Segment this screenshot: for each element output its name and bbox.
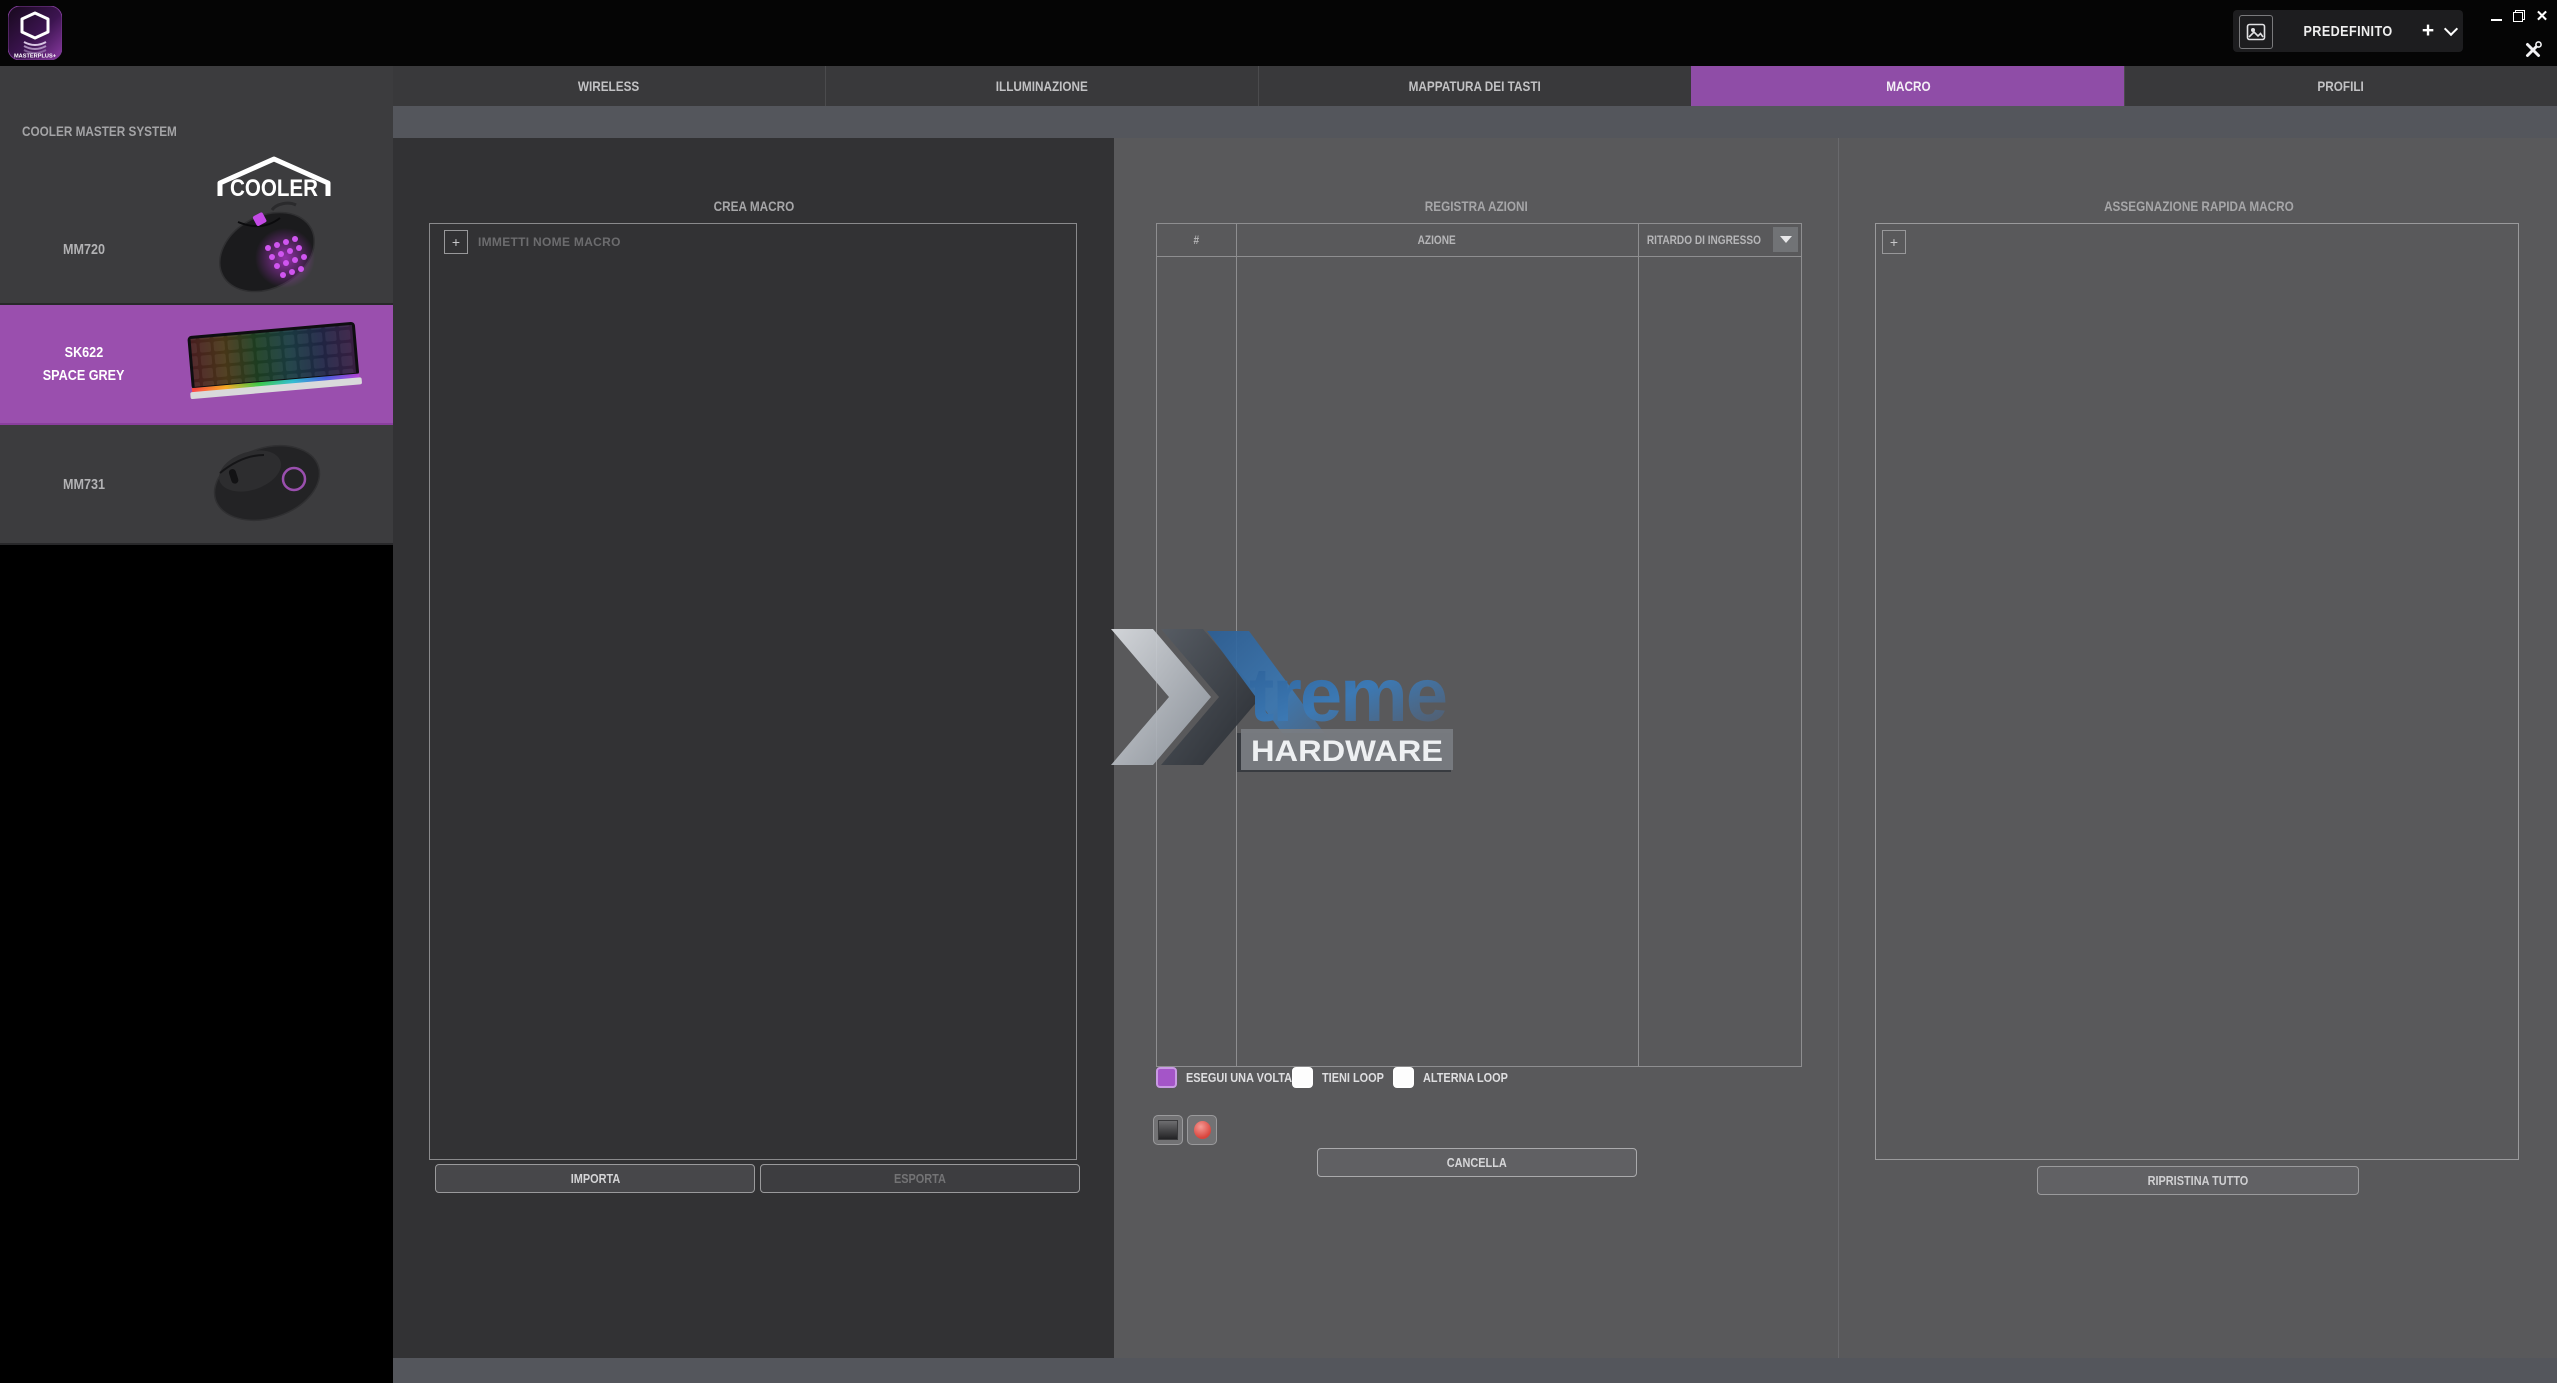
mm720-mouse-image <box>172 200 362 305</box>
profile-image-button[interactable] <box>2239 15 2273 49</box>
add-assignment-button[interactable]: + <box>1882 230 1906 254</box>
quick-assign-box: + <box>1875 223 2519 1160</box>
minimize-icon <box>2491 19 2502 21</box>
macro-name-input[interactable] <box>476 230 1040 254</box>
checkbox-checked[interactable] <box>1156 1067 1177 1088</box>
close-icon: ✕ <box>2536 7 2549 25</box>
column-divider <box>1236 224 1237 1066</box>
option-tieni-loop[interactable]: TIENI LOOP <box>1292 1067 1396 1088</box>
masterplus-app-icon[interactable]: MASTERPLUS+ <box>8 6 62 60</box>
main-tab-bar: WIRELESS ILLUMINAZIONE MAPPATURA DEI TAS… <box>393 66 2557 106</box>
active-profile-name: PREDEFINITO <box>2283 10 2413 52</box>
tab-illuminazione[interactable]: ILLUMINAZIONE <box>825 66 1258 106</box>
system-name-label: COOLER MASTER SYSTEM <box>22 66 206 196</box>
actions-table: # AZIONE RITARDO DI INGRESSO <box>1156 223 1802 1067</box>
sidebar-empty-area <box>0 545 393 1383</box>
minimize-button[interactable] <box>2486 6 2506 26</box>
chevron-down-icon <box>2444 22 2458 36</box>
stop-record-button[interactable] <box>1153 1115 1183 1145</box>
mm731-mouse-image <box>172 429 362 539</box>
sidebar-item-mm720[interactable]: MM720 <box>0 196 393 305</box>
sk622-keyboard-image <box>172 309 372 424</box>
close-button[interactable]: ✕ <box>2532 6 2552 26</box>
record-icon <box>1194 1121 1211 1139</box>
restore-icon <box>2513 10 2525 22</box>
sidebar-header: COOLER MASTER SYSTEM COOLER MASTER <box>0 66 393 196</box>
panel-title: REGISTRA AZIONI <box>1114 198 1838 214</box>
macro-list-box: + <box>429 223 1077 1160</box>
tab-profili[interactable]: PROFILI <box>2124 66 2557 106</box>
stop-icon <box>1158 1120 1178 1140</box>
table-header-row: # AZIONE RITARDO DI INGRESSO <box>1157 224 1801 257</box>
record-actions-panel: REGISTRA AZIONI # AZIONE RITARDO DI INGR… <box>1114 138 1838 1358</box>
sidebar-item-mm731[interactable]: MM731 <box>0 425 393 545</box>
column-header-number: # <box>1157 224 1236 256</box>
export-button[interactable]: ESPORTA <box>760 1164 1080 1193</box>
clear-button[interactable]: CANCELLA <box>1317 1148 1637 1177</box>
delay-dropdown-button[interactable] <box>1773 227 1798 252</box>
device-name: SK622 SPACE GREY <box>0 305 168 423</box>
column-header-action: AZIONE <box>1236 224 1638 256</box>
settings-tools-button[interactable] <box>2521 38 2545 62</box>
plus-icon: + <box>1890 234 1898 250</box>
create-macro-panel: CREA MACRO + IMPORTA ESPORTA <box>393 138 1114 1358</box>
sidebar-item-sk622-space-grey[interactable]: SK622 SPACE GREY <box>0 305 393 425</box>
image-icon <box>2246 22 2266 42</box>
profile-dropdown-button[interactable] <box>2439 10 2463 52</box>
tab-wireless[interactable]: WIRELESS <box>393 66 825 106</box>
add-profile-button[interactable]: + <box>2415 10 2441 52</box>
device-name: MM720 <box>0 196 168 303</box>
start-record-button[interactable] <box>1187 1115 1217 1145</box>
option-esegui-una-volta[interactable]: ESEGUI UNA VOLTA <box>1156 1067 1312 1088</box>
checkbox-unchecked[interactable] <box>1393 1067 1414 1088</box>
device-name: MM731 <box>0 425 168 543</box>
tab-macro[interactable]: MACRO <box>1691 66 2124 106</box>
add-macro-button[interactable]: + <box>444 230 468 254</box>
column-header-delay: RITARDO DI INGRESSO <box>1638 224 1770 256</box>
import-button[interactable]: IMPORTA <box>435 1164 755 1193</box>
tools-icon <box>2523 40 2543 60</box>
title-bar: MASTERPLUS+ PREDEFINITO + ✕ <box>0 0 2557 66</box>
profile-selector: PREDEFINITO + <box>2233 10 2463 52</box>
checkbox-unchecked[interactable] <box>1292 1067 1313 1088</box>
dropdown-arrow-icon <box>1780 236 1792 243</box>
panel-title: ASSEGNAZIONE RAPIDA MACRO <box>1839 198 2557 214</box>
panel-title: CREA MACRO <box>393 198 1114 214</box>
plus-icon: + <box>452 234 460 250</box>
column-divider <box>1638 224 1639 1066</box>
reset-all-button[interactable]: RIPRISTINA TUTTO <box>2037 1166 2359 1195</box>
restore-window-button[interactable] <box>2509 6 2529 26</box>
plus-icon: + <box>2422 19 2434 43</box>
option-alterna-loop[interactable]: ALTERNA LOOP <box>1393 1067 1524 1088</box>
tab-mappatura-dei-tasti[interactable]: MAPPATURA DEI TASTI <box>1258 66 1691 106</box>
quick-assign-panel: ASSEGNAZIONE RAPIDA MACRO + RIPRISTINA T… <box>1838 138 2557 1358</box>
app-icon-label: MASTERPLUS+ <box>14 54 57 60</box>
